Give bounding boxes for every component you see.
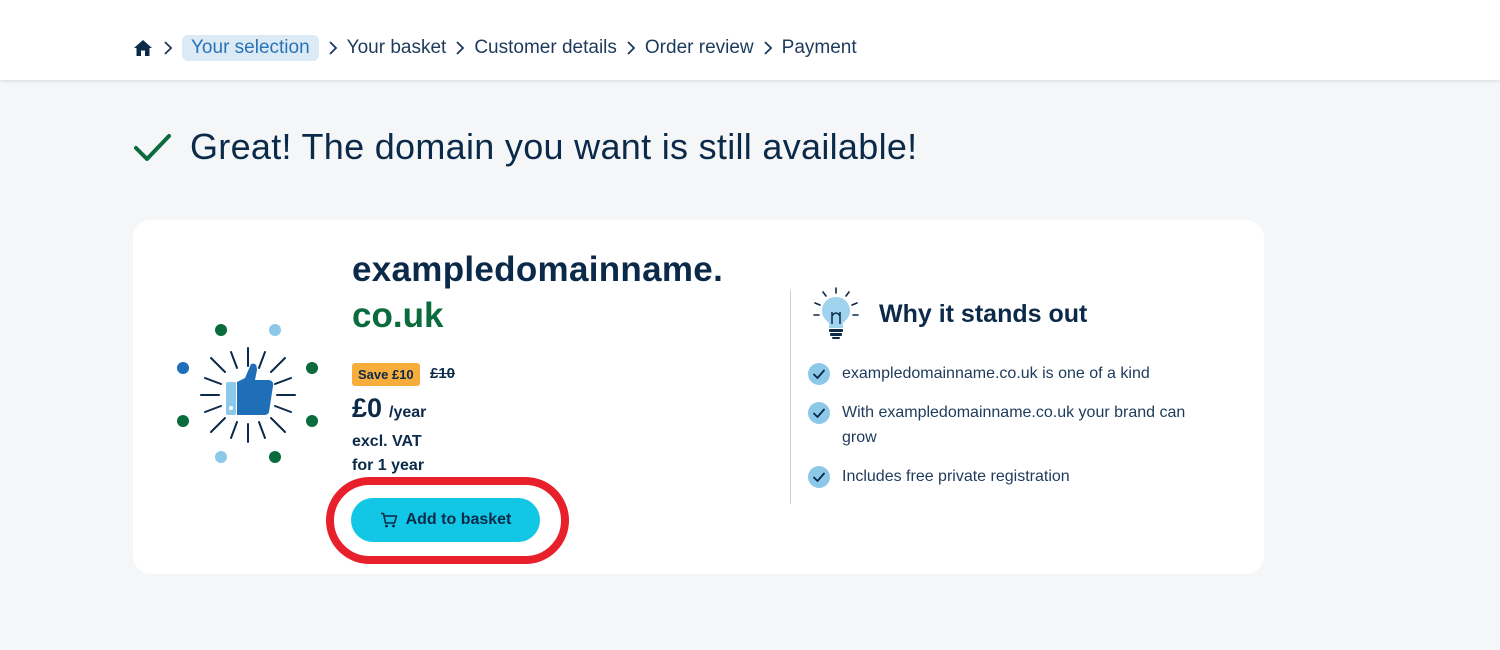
top-bar: Your selection Your basket Customer deta…	[0, 0, 1500, 80]
domain-name: exampledomainname.	[352, 250, 724, 289]
list-item: exampledomainname.co.uk is one of a kind	[807, 361, 1227, 386]
cart-icon	[380, 512, 397, 528]
chevron-right-icon	[626, 40, 636, 56]
check-circle-icon	[808, 402, 830, 424]
check-circle-icon	[808, 466, 830, 488]
page-title: Great! The domain you want is still avai…	[190, 126, 918, 167]
vat-note: excl. VAT	[352, 433, 422, 450]
price-period: /year	[389, 404, 427, 421]
save-badge: Save £10	[352, 363, 420, 386]
domain-card: exampledomainname. co.uk Save £10 £10 £0…	[133, 220, 1264, 574]
check-icon	[134, 134, 171, 161]
availability-headline: Great! The domain you want is still avai…	[132, 126, 918, 168]
current-price: £0	[352, 393, 383, 423]
domain-tld: co.uk	[352, 296, 444, 335]
why-it-stands-out-title: Why it stands out	[879, 300, 1088, 328]
add-to-basket-button[interactable]: Add to basket	[351, 498, 540, 542]
old-price: £10	[430, 365, 456, 382]
feature-list: exampledomainname.co.uk is one of a kind…	[807, 361, 1227, 503]
breadcrumb-payment[interactable]: Payment	[782, 37, 857, 59]
divider	[790, 290, 791, 504]
thumbs-up-icon	[177, 324, 318, 463]
check-circle-icon	[808, 363, 830, 385]
list-item: Includes free private registration	[807, 464, 1227, 489]
breadcrumb: Your selection Your basket Customer deta…	[132, 34, 857, 62]
chevron-right-icon	[455, 40, 465, 56]
breadcrumb-your-selection[interactable]: Your selection	[182, 35, 319, 61]
feature-text: exampledomainname.co.uk is one of a kind	[842, 365, 1150, 382]
add-to-basket-label: Add to basket	[405, 511, 512, 528]
breadcrumb-customer-details[interactable]: Customer details	[474, 37, 617, 59]
chevron-right-icon	[763, 40, 773, 56]
feature-text: With exampledomainname.co.uk your brand …	[842, 404, 1186, 446]
lightbulb-icon	[813, 287, 859, 339]
feature-text: Includes free private registration	[842, 468, 1070, 485]
home-icon[interactable]	[132, 38, 154, 58]
breadcrumb-order-review[interactable]: Order review	[645, 37, 754, 59]
list-item: With exampledomainname.co.uk your brand …	[807, 400, 1227, 450]
chevron-right-icon	[328, 40, 338, 56]
breadcrumb-your-basket[interactable]: Your basket	[347, 37, 447, 59]
term-note: for 1 year	[352, 457, 425, 474]
chevron-right-icon	[163, 40, 173, 56]
